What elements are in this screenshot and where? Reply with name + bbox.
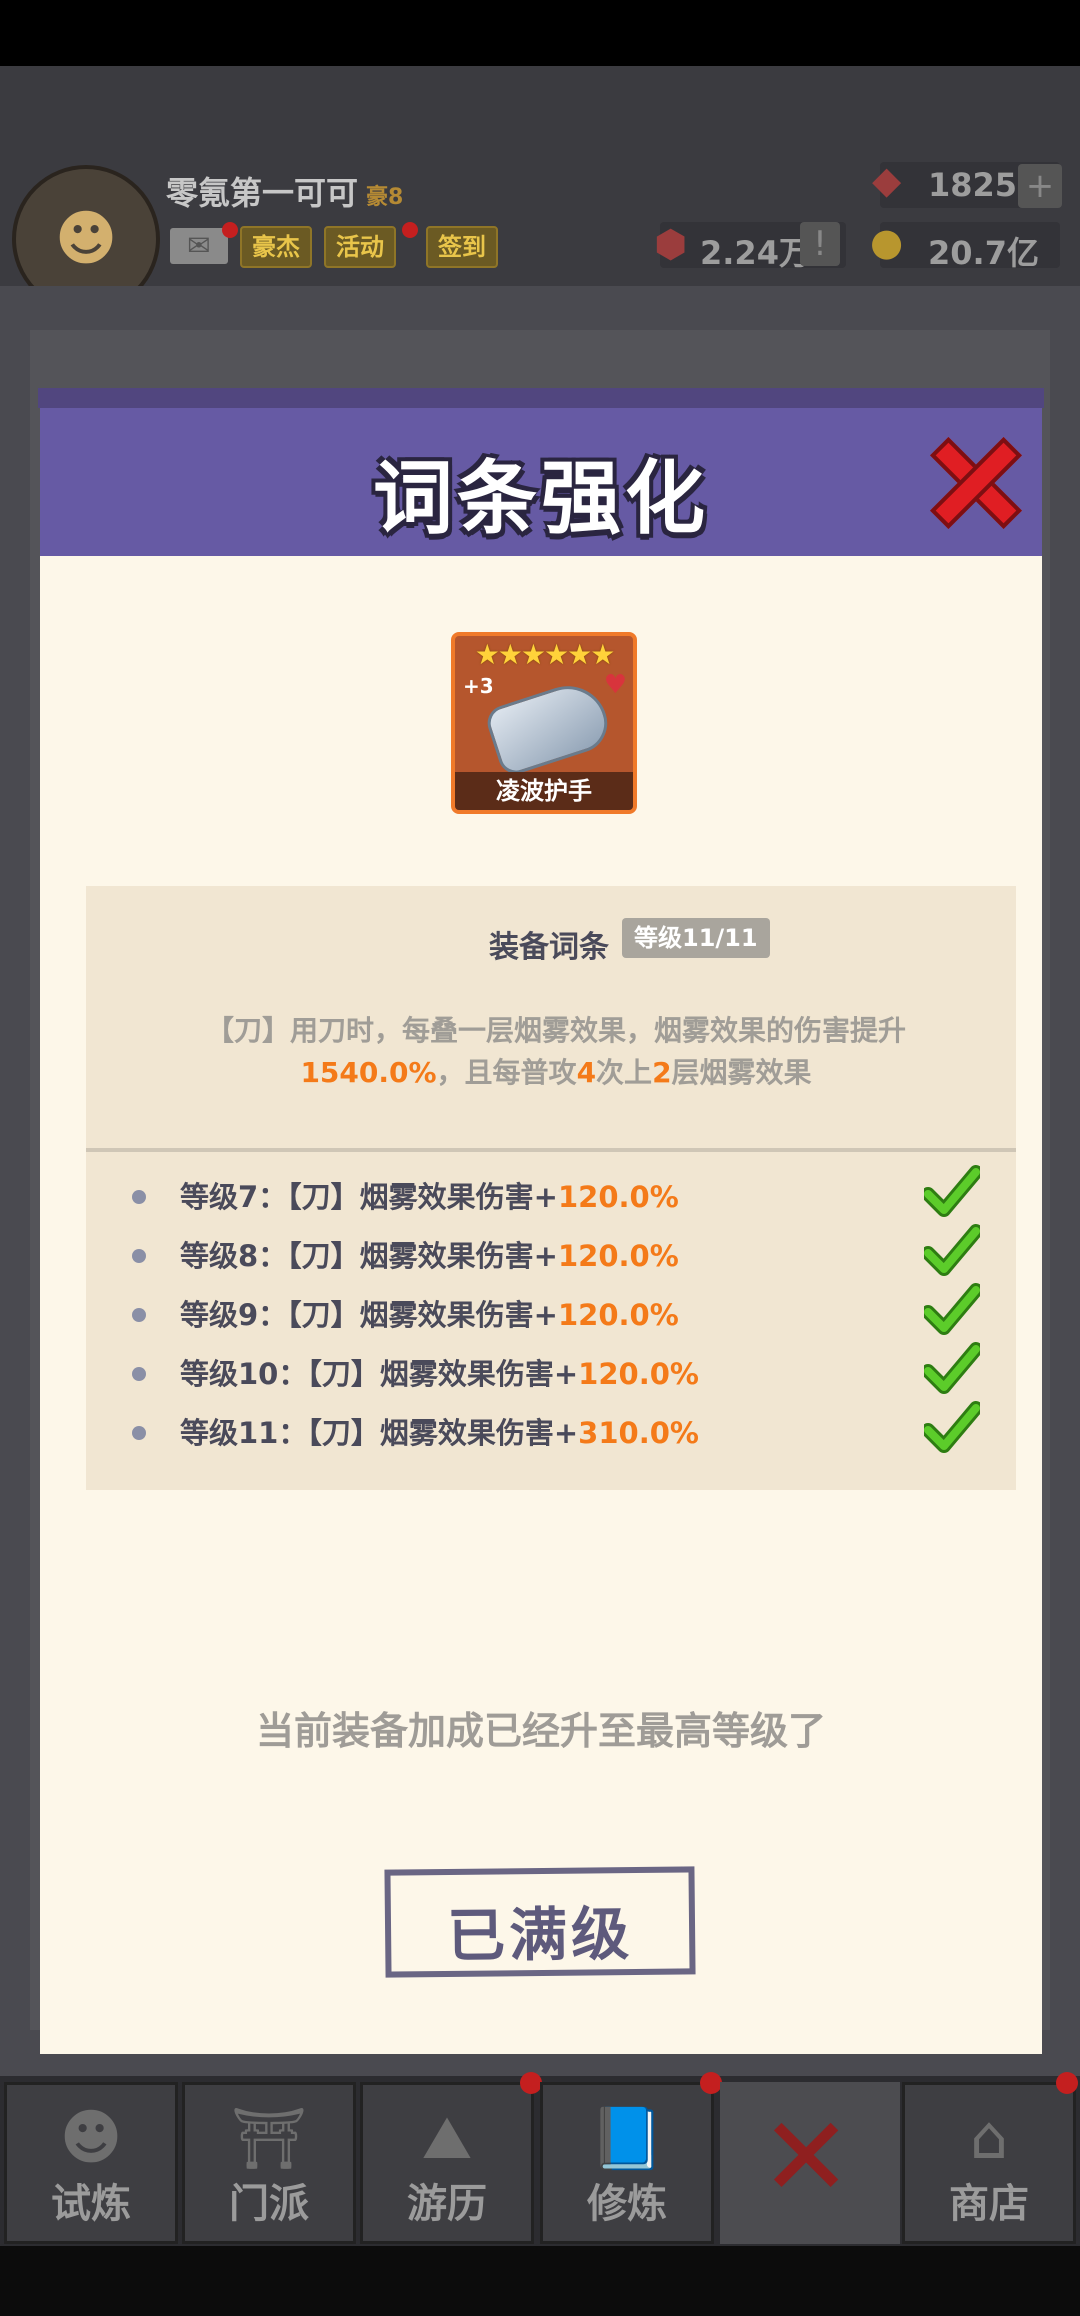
level-value: 310.0% [578, 1416, 699, 1450]
level-row: 等级11：【刀】烟雾效果伤害+310.0% [86, 1401, 1016, 1458]
check-icon [924, 1224, 980, 1276]
level-text: 等级10：【刀】烟雾效果伤害+120.0% [180, 1351, 699, 1393]
close-x-icon: ✕ [760, 2093, 853, 2221]
status-bar [0, 0, 1080, 66]
tab-cultivate-label: 修炼 [587, 2181, 667, 2227]
level-text: 等级9：【刀】烟雾效果伤害+120.0% [180, 1292, 679, 1334]
level-text: 等级8：【刀】烟雾效果伤害+120.0% [180, 1233, 679, 1275]
bullet [132, 1190, 146, 1204]
mail-notification-dot [222, 222, 238, 238]
player-name: 零氪第一可可 豪8 [166, 168, 403, 214]
level-value: 120.0% [557, 1239, 679, 1273]
tab-trial[interactable]: ☻ 试炼 [4, 2082, 178, 2244]
bullet [132, 1308, 146, 1322]
level-text: 等级7：【刀】烟雾效果伤害+120.0% [180, 1174, 679, 1216]
shop-icon: ⌂ [969, 2103, 1009, 2173]
level-list: 等级7：【刀】烟雾效果伤害+120.0% 等级8：【刀】烟雾效果伤害+120.0… [86, 1152, 1016, 1490]
gauntlet-icon [483, 675, 615, 779]
bullet [132, 1249, 146, 1263]
max-level-message: 当前装备加成已经升至最高等级了 [255, 1709, 826, 1753]
bottom-strip [0, 2246, 1080, 2316]
level-label: 等级8：【刀】烟雾效果伤害+ [180, 1239, 558, 1273]
affix-title: 装备词条 [489, 930, 609, 965]
desc-value-1: 1540.0% [300, 1056, 437, 1089]
tab-shop[interactable]: ⌂ 商店 [902, 2082, 1076, 2244]
tab-cultivate[interactable]: 📘 修炼 [540, 2082, 714, 2244]
book-icon: 📘 [589, 2104, 665, 2174]
desc-part-4: 层烟雾效果 [671, 1056, 812, 1089]
tab-travel[interactable]: ⛰ 游历 [360, 2082, 534, 2244]
check-icon [924, 1283, 980, 1335]
tab-shop-label: 商店 [949, 2181, 1029, 2227]
max-level-button[interactable]: 已满级 [384, 1866, 696, 1978]
desc-part-2: ，且每普攻 [436, 1056, 577, 1089]
check-icon [924, 1401, 980, 1453]
desc-part-3: 次上 [596, 1056, 653, 1089]
level-value: 120.0% [557, 1180, 679, 1214]
dialog-header: 词条强化 [38, 388, 1044, 556]
gold-value: 20.7亿 [928, 234, 1039, 272]
chip-hero[interactable]: 豪杰 [240, 226, 312, 268]
level-row: 等级7：【刀】烟雾效果伤害+120.0% [86, 1165, 1016, 1222]
level-label: 等级10：【刀】烟雾效果伤害+ [180, 1357, 579, 1391]
power-info-button[interactable]: ! [800, 222, 840, 266]
equipment-name: 凌波护手 [455, 772, 633, 810]
dialog-title: 词条强化 [373, 452, 709, 545]
power-icon: ⬢ [654, 222, 688, 266]
heart-icon: ♥ [603, 670, 627, 700]
equipment-card[interactable]: ★★★★★★ +3 ♥ 凌波护手 [451, 632, 637, 814]
close-tab-button[interactable]: ✕ [720, 2082, 900, 2244]
level-value: 120.0% [578, 1357, 699, 1391]
mail-icon[interactable]: ✉ [170, 228, 228, 264]
level-badge: 等级11/11 [622, 918, 770, 958]
chip-checkin[interactable]: 签到 [426, 226, 498, 268]
mountain-icon: ⛰ [421, 2103, 473, 2173]
ninja-icon: ☻ [59, 2103, 123, 2173]
bullet [132, 1367, 146, 1381]
gem-count: 1825 [928, 166, 1018, 204]
desc-value-2: 4 [576, 1056, 597, 1089]
player-rank: 豪8 [366, 185, 404, 210]
level-label: 等级7：【刀】烟雾效果伤害+ [180, 1180, 558, 1214]
coin-icon: ● [870, 220, 904, 264]
level-row: 等级8：【刀】烟雾效果伤害+120.0% [86, 1224, 1016, 1281]
level-row: 等级9：【刀】烟雾效果伤害+120.0% [86, 1283, 1016, 1340]
cultivate-notification-dot [700, 2072, 722, 2094]
level-text: 等级11：【刀】烟雾效果伤害+310.0% [180, 1410, 699, 1452]
affix-description: 【刀】用刀时，每叠一层烟雾效果，烟雾效果的伤害提升 1540.0%，且每普攻4次上… [126, 1010, 986, 1094]
player-name-text: 零氪第一可可 [166, 174, 359, 212]
chip-event[interactable]: 活动 [324, 226, 396, 268]
desc-value-3: 2 [652, 1056, 672, 1089]
add-gem-button[interactable]: + [1018, 164, 1062, 208]
level-row: 等级10：【刀】烟雾效果伤害+120.0% [86, 1342, 1016, 1399]
travel-notification-dot [520, 2072, 542, 2094]
tab-travel-label: 游历 [407, 2181, 487, 2227]
event-notification-dot [402, 222, 418, 238]
bullet [132, 1426, 146, 1440]
level-value: 120.0% [557, 1298, 679, 1332]
star-rating: ★★★★★★ [474, 638, 616, 671]
enhance-level: +3 [463, 674, 494, 698]
level-label: 等级11：【刀】烟雾效果伤害+ [180, 1416, 579, 1450]
max-level-button-label: 已满级 [446, 1900, 634, 1970]
close-button[interactable] [930, 436, 1022, 529]
tab-trial-label: 试炼 [51, 2181, 131, 2227]
check-icon [924, 1342, 980, 1394]
tab-sect-label: 门派 [229, 2181, 309, 2227]
affix-enhance-dialog: 词条强化 ★★★★★★ +3 ♥ 凌波护手 装备词条 等级11/11 【刀】用刀… [38, 388, 1044, 2054]
affix-panel: 装备词条 等级11/11 【刀】用刀时，每叠一层烟雾效果，烟雾效果的伤害提升 15… [86, 886, 1016, 1162]
power-value: 2.24万 [700, 234, 811, 272]
gem-icon: ◆ [872, 158, 902, 202]
level-label: 等级9：【刀】烟雾效果伤害+ [180, 1298, 558, 1332]
temple-icon: ⛩ [230, 2104, 308, 2174]
check-icon [924, 1165, 980, 1217]
desc-part-1: 【刀】用刀时，每叠一层烟雾效果，烟雾效果的伤害提升 [205, 1014, 906, 1047]
shop-notification-dot [1056, 2072, 1078, 2094]
tab-sect[interactable]: ⛩ 门派 [182, 2082, 356, 2244]
